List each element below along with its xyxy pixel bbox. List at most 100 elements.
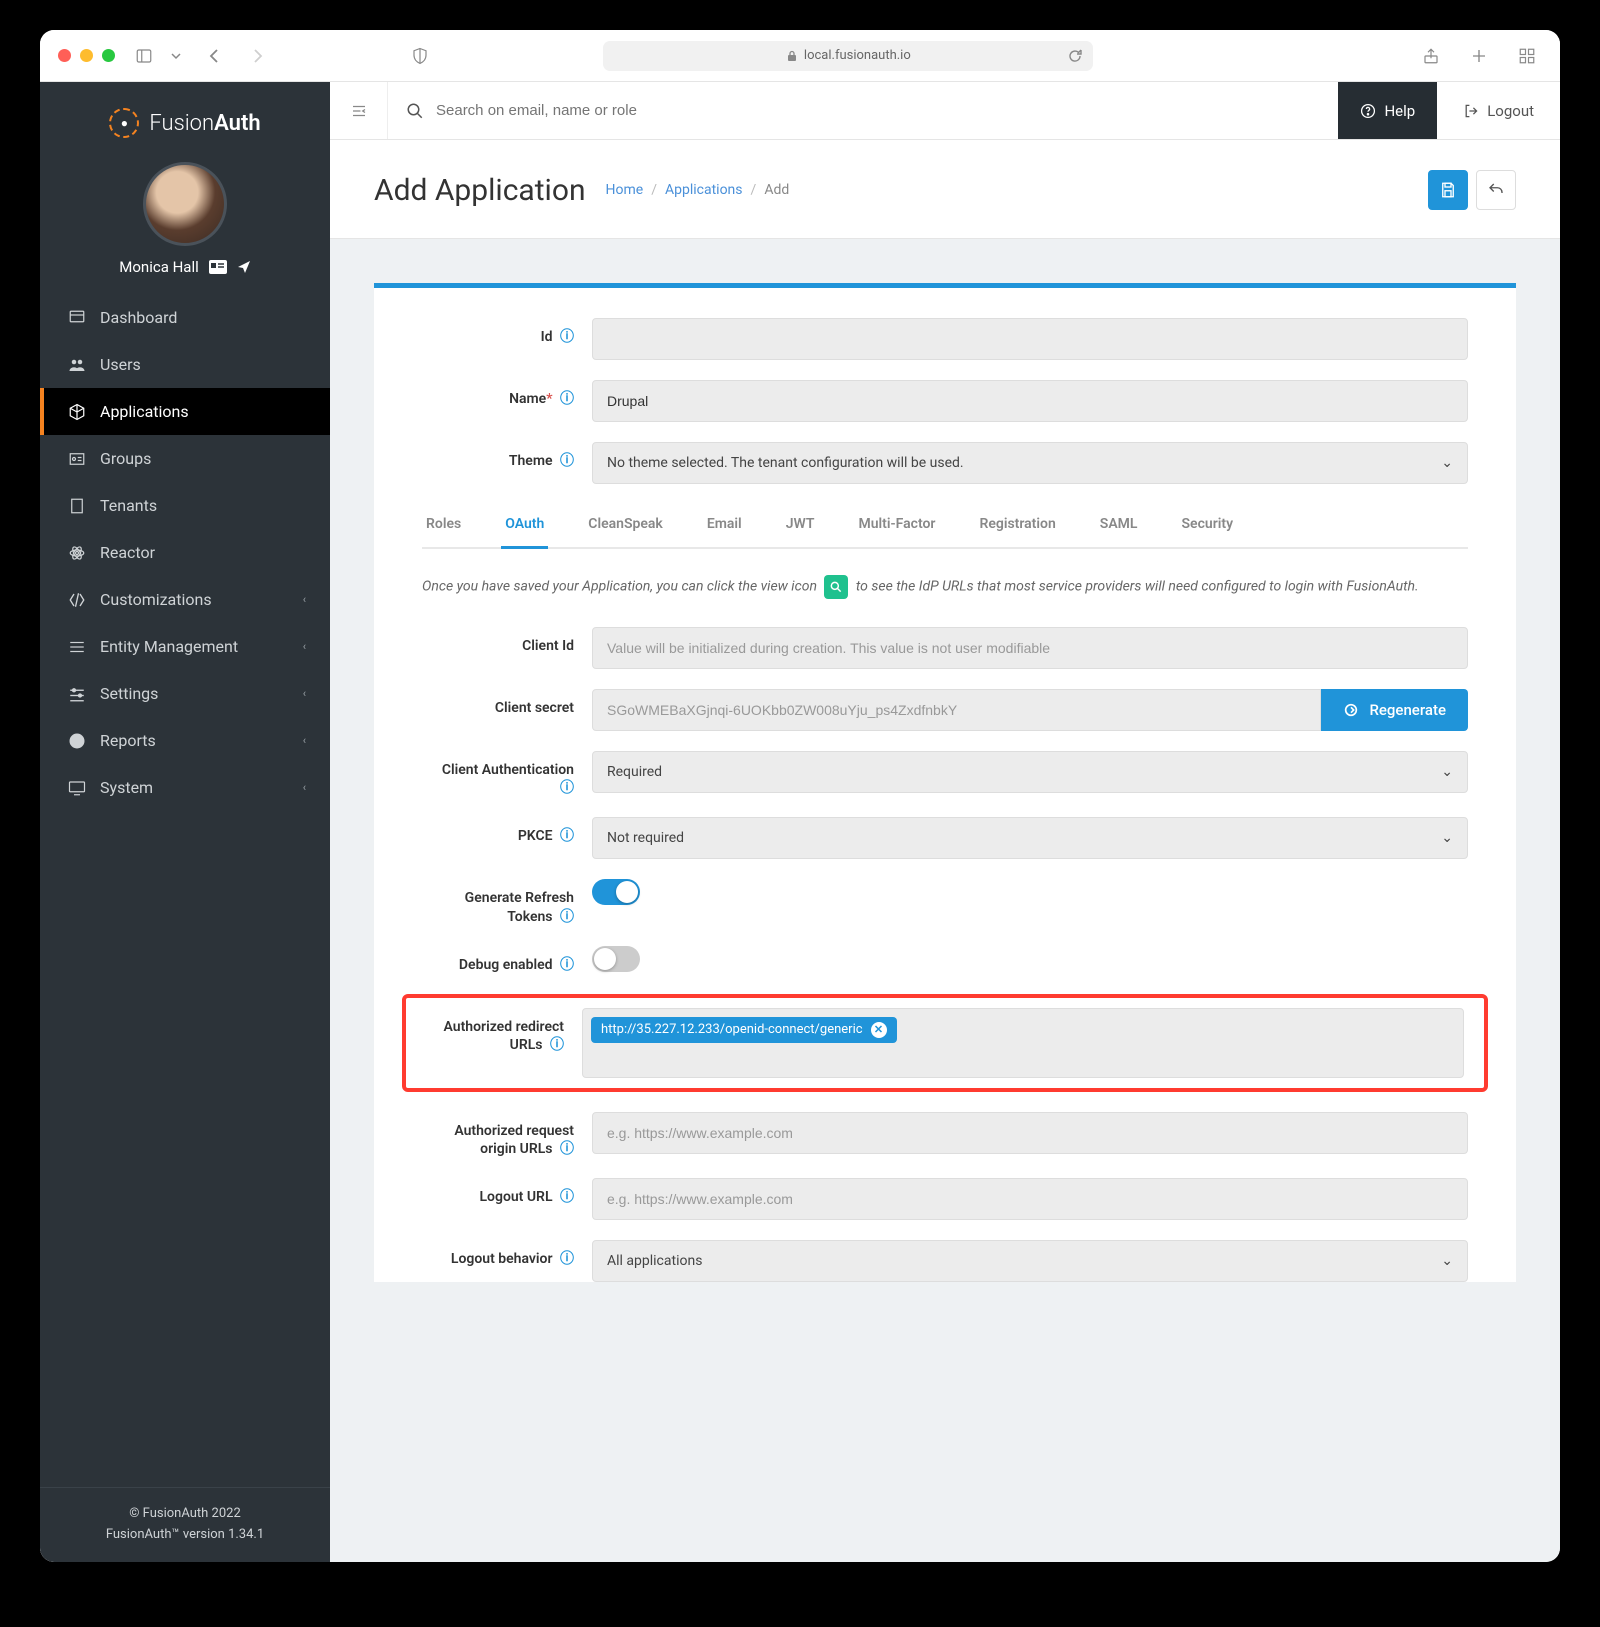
regenerate-icon	[1343, 702, 1359, 718]
info-icon[interactable]: ⓘ	[560, 1251, 574, 1267]
logo: ● FusionAuth	[40, 82, 330, 152]
topbar: Help Logout	[330, 82, 1560, 140]
user-name: Monica Hall	[119, 258, 198, 276]
main: Help Logout Add Application Home/Applica…	[330, 82, 1560, 1562]
info-icon[interactable]: ⓘ	[560, 1189, 574, 1205]
traffic-lights[interactable]	[58, 49, 115, 62]
address-bar[interactable]: local.fusionauth.io	[603, 41, 1093, 71]
url-text: local.fusionauth.io	[804, 48, 911, 63]
tabs-overview-icon[interactable]	[1512, 43, 1542, 69]
nav-item-reports[interactable]: Reports‹	[40, 717, 330, 764]
regenerate-button[interactable]: Regenerate	[1321, 689, 1468, 731]
id-field[interactable]	[592, 318, 1468, 360]
info-icon[interactable]: ⓘ	[560, 909, 574, 925]
name-field[interactable]	[592, 380, 1468, 422]
info-icon[interactable]: ⓘ	[560, 828, 574, 844]
pkce-select[interactable]: Not required⌄	[592, 817, 1468, 859]
tab-email[interactable]: Email	[703, 504, 746, 547]
collapse-sidebar-button[interactable]	[330, 82, 388, 139]
help-button[interactable]: Help	[1338, 82, 1437, 139]
nav-item-dashboard[interactable]: Dashboard	[40, 294, 330, 341]
chevron-down-icon: ⌄	[1441, 830, 1453, 846]
tab-multifactor[interactable]: Multi-Factor	[854, 504, 939, 547]
chevron-down-icon[interactable]	[165, 47, 187, 65]
zoom-window-icon[interactable]	[102, 49, 115, 62]
nav-item-entity-management[interactable]: Entity Management‹	[40, 623, 330, 670]
shield-icon[interactable]	[405, 43, 435, 69]
avatar[interactable]	[143, 162, 227, 246]
logo-mark-icon: ●	[109, 108, 139, 138]
pkce-label: PKCE ⓘ	[422, 817, 592, 845]
info-icon[interactable]: ⓘ	[560, 1141, 574, 1157]
logout-button[interactable]: Logout	[1437, 102, 1560, 120]
back-button[interactable]	[1476, 170, 1516, 210]
tab-registration[interactable]: Registration	[975, 504, 1059, 547]
nav-item-settings[interactable]: Settings‹	[40, 670, 330, 717]
client-auth-select[interactable]: Required⌄	[592, 751, 1468, 793]
save-button[interactable]	[1428, 170, 1468, 210]
nav: Dashboard Users Applications Groups Tena…	[40, 294, 330, 811]
back-button[interactable]	[201, 44, 229, 68]
form-card: Id ⓘ Name* ⓘ Theme ⓘ No theme selected. …	[374, 283, 1516, 1282]
logo-text-2: Auth	[214, 111, 261, 136]
info-icon[interactable]: ⓘ	[560, 780, 574, 796]
tab-saml[interactable]: SAML	[1096, 504, 1142, 547]
nav-item-reactor[interactable]: Reactor	[40, 529, 330, 576]
sidebar-footer: © FusionAuth 2022 FusionAuth™ version 1.…	[40, 1487, 330, 1562]
info-icon[interactable]: ⓘ	[560, 329, 574, 345]
refresh-toggle[interactable]	[592, 879, 640, 905]
new-tab-icon[interactable]	[1464, 43, 1494, 69]
id-label: Id ⓘ	[422, 318, 592, 346]
id-card-icon[interactable]	[209, 260, 227, 274]
minimize-window-icon[interactable]	[80, 49, 93, 62]
debug-toggle[interactable]	[592, 946, 640, 972]
logout-url-field[interactable]	[592, 1178, 1468, 1220]
undo-icon	[1487, 181, 1505, 199]
breadcrumb: Home/Applications/Add	[606, 182, 790, 198]
copyright: © FusionAuth 2022	[56, 1504, 314, 1525]
request-origin-field[interactable]	[592, 1112, 1468, 1154]
chevron-left-icon: ‹	[303, 640, 306, 653]
client-secret-label: Client secret	[422, 689, 592, 717]
tab-oauth[interactable]: OAuth	[501, 504, 548, 549]
sidebar: ● FusionAuth Monica Hall Dashboard Users…	[40, 82, 330, 1562]
remove-tag-icon[interactable]: ✕	[871, 1022, 887, 1038]
info-icon[interactable]: ⓘ	[560, 391, 574, 407]
nav-item-system[interactable]: System‹	[40, 764, 330, 811]
nav-item-applications[interactable]: Applications	[40, 388, 330, 435]
info-icon[interactable]: ⓘ	[560, 453, 574, 469]
chevron-left-icon: ‹	[303, 687, 306, 700]
redirect-url-tag[interactable]: http://35.227.12.233/openid-connect/gene…	[591, 1017, 897, 1043]
logout-behavior-select[interactable]: All applications⌄	[592, 1240, 1468, 1282]
tab-roles[interactable]: Roles	[422, 504, 465, 547]
crumb-applications[interactable]: Applications	[665, 182, 743, 198]
logout-icon	[1463, 103, 1479, 119]
forward-button[interactable]	[243, 44, 271, 68]
tab-security[interactable]: Security	[1178, 504, 1238, 547]
share-icon[interactable]	[1416, 43, 1446, 69]
tab-cleanspeak[interactable]: CleanSpeak	[584, 504, 667, 547]
info-icon[interactable]: ⓘ	[560, 957, 574, 973]
search-input[interactable]	[436, 102, 836, 119]
close-window-icon[interactable]	[58, 49, 71, 62]
refresh-label: Generate Refresh Tokens ⓘ	[422, 879, 592, 925]
nav-item-users[interactable]: Users	[40, 341, 330, 388]
chevron-down-icon: ⌄	[1441, 764, 1453, 780]
nav-item-groups[interactable]: Groups	[40, 435, 330, 482]
nav-item-tenants[interactable]: Tenants	[40, 482, 330, 529]
redirect-urls-field[interactable]: http://35.227.12.233/openid-connect/gene…	[582, 1008, 1464, 1078]
tab-jwt[interactable]: JWT	[782, 504, 819, 547]
location-icon[interactable]	[237, 260, 251, 274]
refresh-icon[interactable]	[1067, 48, 1083, 64]
theme-select[interactable]: No theme selected. The tenant configurat…	[592, 442, 1468, 484]
chevron-left-icon: ‹	[303, 734, 306, 747]
user-panel: Monica Hall	[40, 152, 330, 294]
redirect-label: Authorized redirect URLs ⓘ	[412, 1008, 582, 1054]
nav-item-customizations[interactable]: Customizations‹	[40, 576, 330, 623]
info-icon[interactable]: ⓘ	[550, 1037, 564, 1053]
version: FusionAuth™ version 1.34.1	[56, 1525, 314, 1546]
crumb-home[interactable]: Home	[606, 182, 644, 198]
sidebar-toggle-icon[interactable]	[129, 43, 159, 69]
name-label: Name* ⓘ	[422, 380, 592, 408]
oauth-hint: Once you have saved your Application, yo…	[422, 575, 1468, 599]
